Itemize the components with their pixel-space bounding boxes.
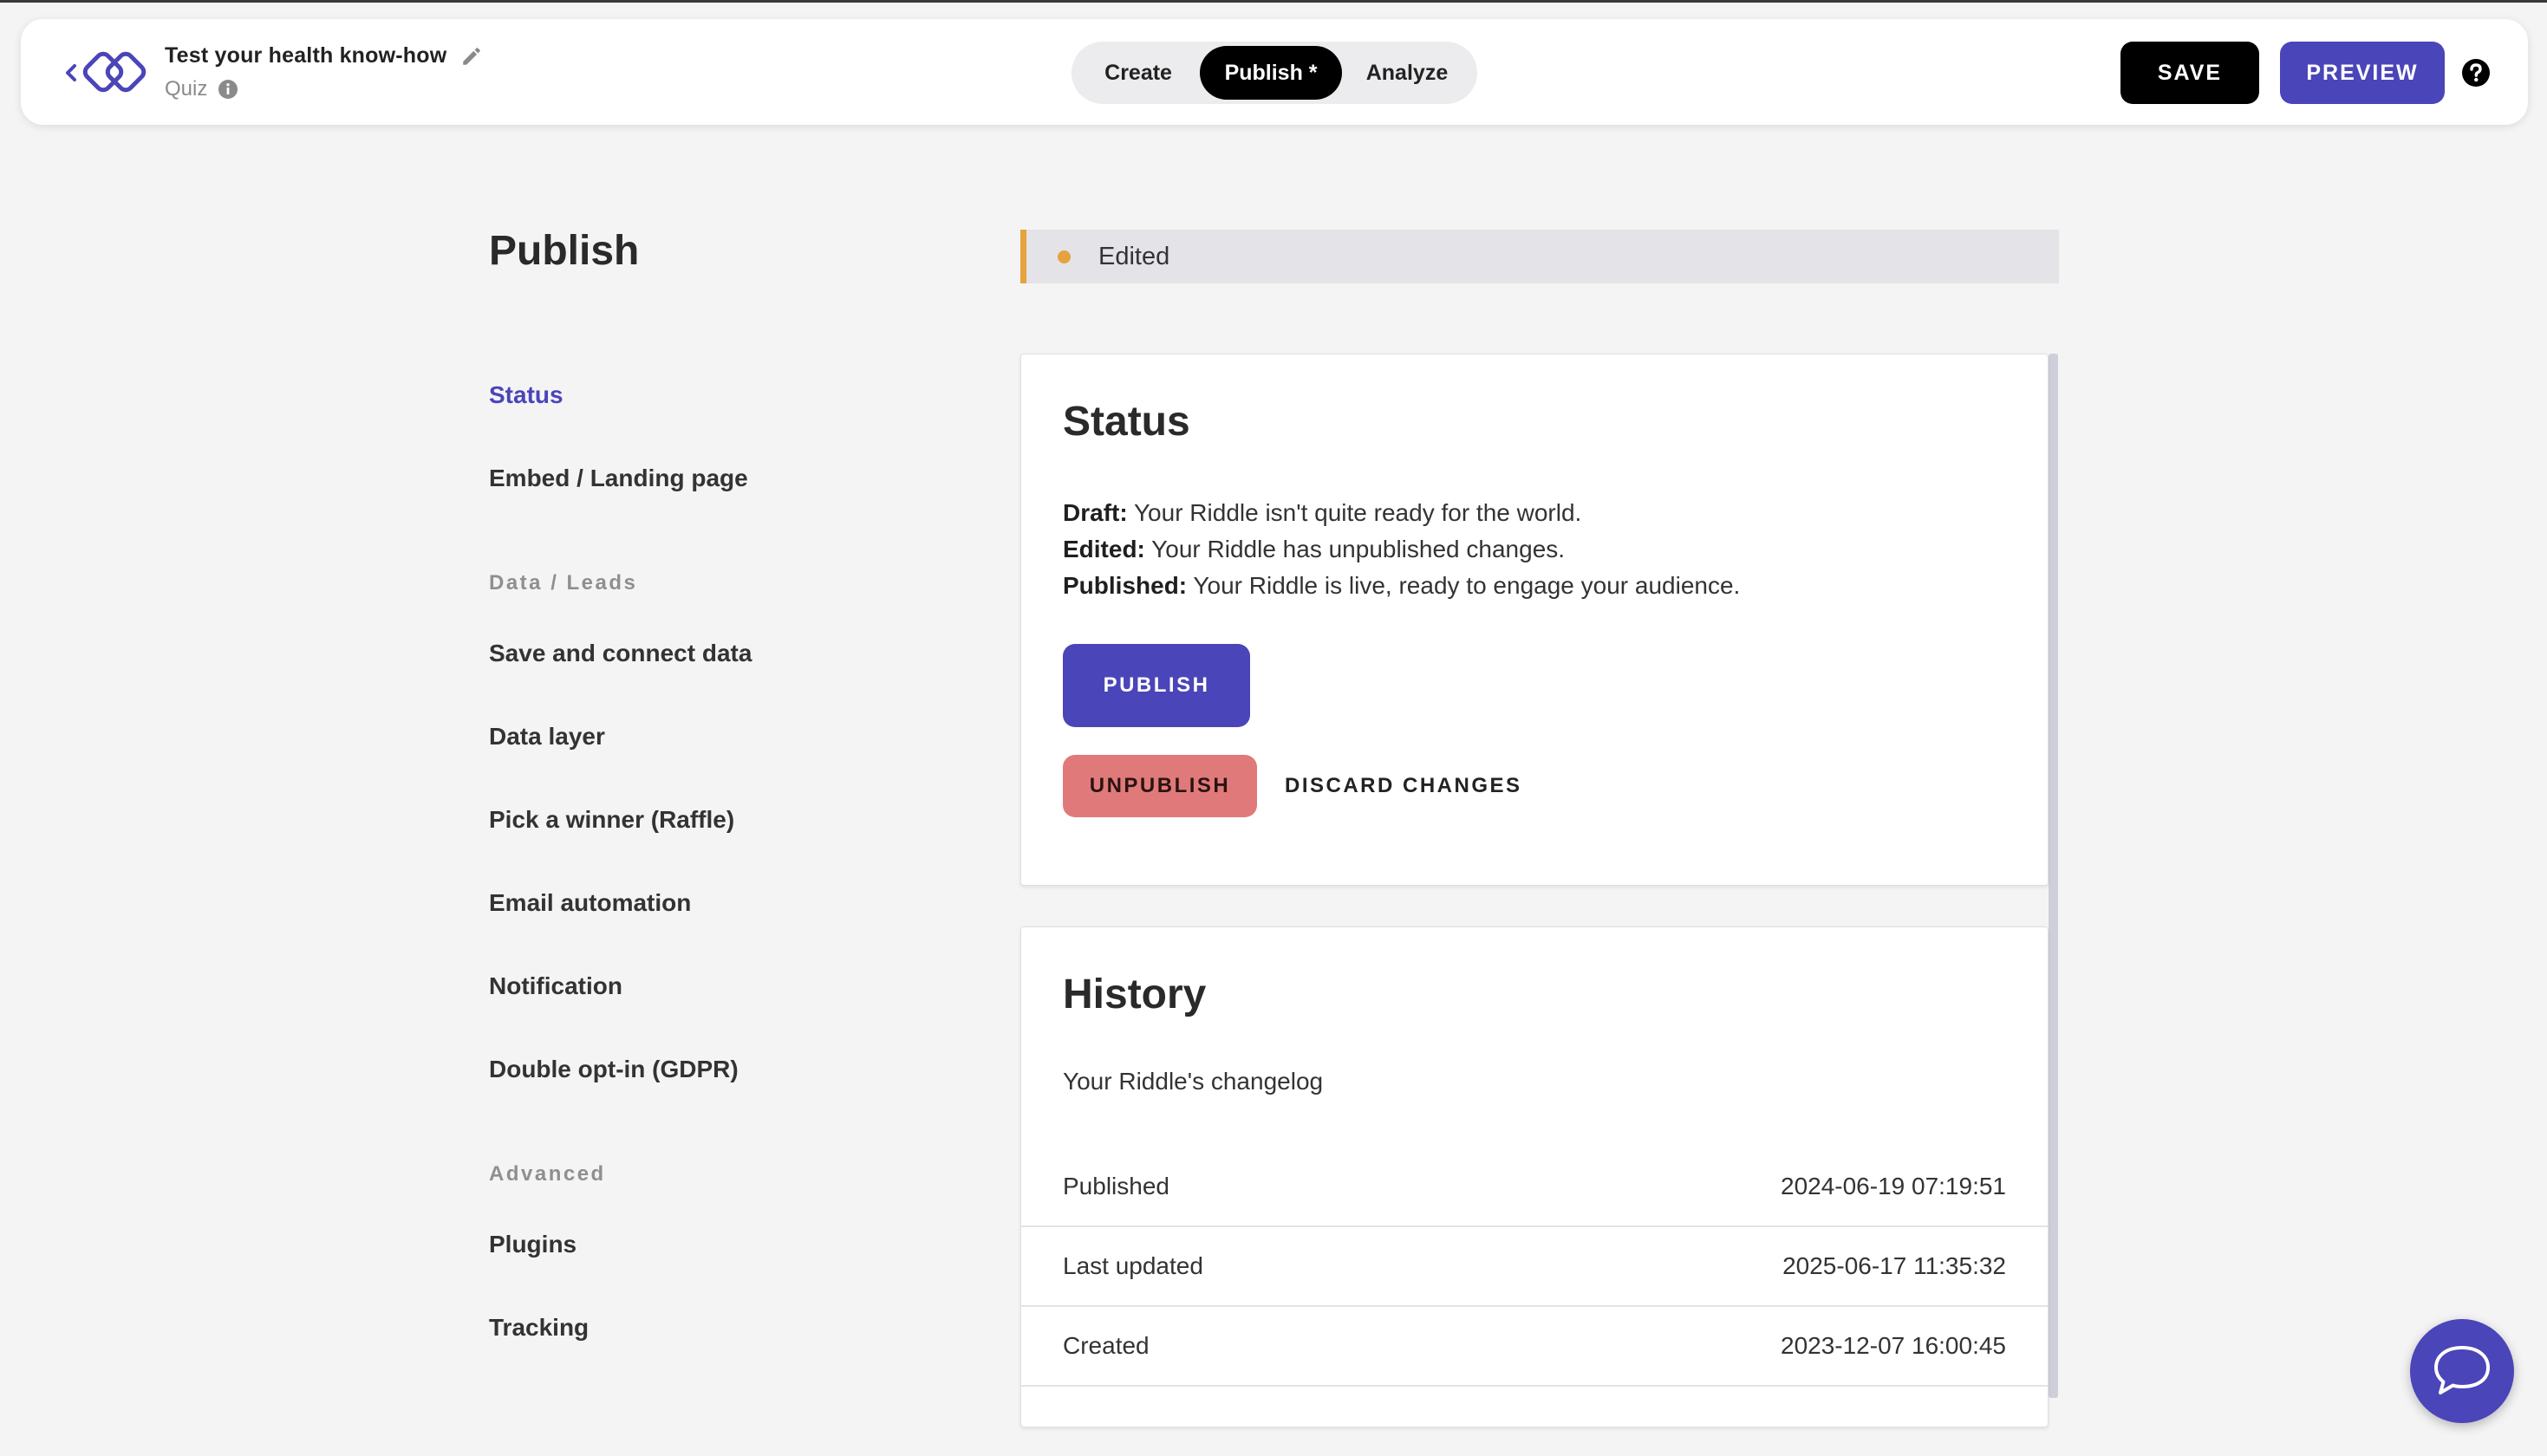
status-desc: Your Riddle has unpublished changes. bbox=[1144, 536, 1566, 562]
status-desc: Your Riddle is live, ready to engage you… bbox=[1187, 572, 1741, 599]
status-term: Draft: bbox=[1063, 499, 1128, 526]
history-timestamp: 2025-06-17 11:35:32 bbox=[1782, 1252, 2006, 1279]
sidebar-item-email-automation[interactable]: Email automation bbox=[489, 889, 691, 917]
discard-changes-button[interactable]: DISCARD CHANGES bbox=[1285, 755, 1522, 817]
edited-status-banner: Edited bbox=[1020, 230, 2059, 283]
tab-analyze[interactable]: Analyze bbox=[1342, 46, 1472, 100]
sidebar-section-data-leads: Data / Leads bbox=[489, 571, 638, 595]
sidebar-item-plugins[interactable]: Plugins bbox=[489, 1231, 576, 1258]
riddle-title-block: Test your health know-how Quiz bbox=[165, 43, 483, 101]
tab-create[interactable]: Create bbox=[1077, 46, 1200, 100]
back-logo-icon[interactable] bbox=[64, 45, 160, 101]
window-top-border bbox=[0, 0, 2547, 3]
unpublish-button[interactable]: UNPUBLISH bbox=[1063, 755, 1257, 817]
riddle-type: Quiz bbox=[165, 77, 208, 101]
history-card: History Your Riddle's changelog Publishe… bbox=[1020, 926, 2049, 1427]
banner-text: Edited bbox=[1098, 242, 1170, 270]
history-timestamp: 2024-06-19 07:19:51 bbox=[1781, 1173, 2006, 1199]
info-icon[interactable] bbox=[218, 79, 238, 100]
table-row: Created 2023-12-07 16:00:45 bbox=[1021, 1307, 2048, 1387]
status-line-published: Published: Your Riddle is live, ready to… bbox=[1063, 568, 1740, 604]
mode-switch: Create Publish * Analyze bbox=[1072, 42, 1477, 104]
status-term: Edited: bbox=[1063, 536, 1145, 562]
table-row: Last updated 2025-06-17 11:35:32 bbox=[1021, 1227, 2048, 1307]
sidebar-item-status[interactable]: Status bbox=[489, 381, 563, 409]
publish-button[interactable]: PUBLISH bbox=[1063, 644, 1250, 727]
sidebar-item-pick-winner[interactable]: Pick a winner (Raffle) bbox=[489, 806, 734, 834]
status-legend: Draft: Your Riddle isn't quite ready for… bbox=[1063, 495, 1740, 604]
history-label: Created bbox=[1063, 1332, 1150, 1359]
save-button[interactable]: SAVE bbox=[2120, 42, 2259, 104]
history-label: Published bbox=[1063, 1173, 1169, 1199]
sidebar-item-save-connect-data[interactable]: Save and connect data bbox=[489, 640, 752, 667]
sidebar-item-notification[interactable]: Notification bbox=[489, 972, 622, 1000]
status-line-edited: Edited: Your Riddle has unpublished chan… bbox=[1063, 531, 1740, 568]
history-card-title: History bbox=[1063, 972, 1207, 1017]
history-label: Last updated bbox=[1063, 1252, 1203, 1279]
sidebar-item-double-opt-in[interactable]: Double opt-in (GDPR) bbox=[489, 1056, 739, 1083]
table-row: Published 2024-06-19 07:19:51 bbox=[1021, 1147, 2048, 1227]
history-table: Published 2024-06-19 07:19:51 Last updat… bbox=[1021, 1147, 2048, 1387]
help-icon[interactable] bbox=[2460, 57, 2492, 88]
riddle-title[interactable]: Test your health know-how bbox=[165, 43, 446, 68]
sidebar-section-advanced: Advanced bbox=[489, 1162, 606, 1186]
tab-publish[interactable]: Publish * bbox=[1200, 46, 1342, 100]
sidebar-item-tracking[interactable]: Tracking bbox=[489, 1314, 589, 1342]
status-term: Published: bbox=[1063, 572, 1188, 599]
top-bar: Test your health know-how Quiz Create Pu… bbox=[21, 19, 2528, 125]
status-desc: Your Riddle isn't quite ready for the wo… bbox=[1127, 499, 1582, 526]
page-title: Publish bbox=[489, 228, 640, 274]
chat-bubble-icon bbox=[2434, 1346, 2490, 1394]
status-card-title: Status bbox=[1063, 399, 1190, 445]
pencil-icon[interactable] bbox=[460, 45, 483, 68]
preview-button[interactable]: PREVIEW bbox=[2280, 42, 2445, 104]
status-card: Status Draft: Your Riddle isn't quite re… bbox=[1020, 354, 2049, 886]
chat-button[interactable] bbox=[2410, 1319, 2514, 1423]
history-subtitle: Your Riddle's changelog bbox=[1063, 1068, 1324, 1095]
sidebar-item-data-layer[interactable]: Data layer bbox=[489, 723, 605, 751]
history-timestamp: 2023-12-07 16:00:45 bbox=[1781, 1332, 2006, 1359]
scrollbar[interactable] bbox=[2049, 354, 2058, 1398]
sidebar-item-embed[interactable]: Embed / Landing page bbox=[489, 465, 748, 492]
status-dot-icon bbox=[1058, 250, 1071, 263]
status-line-draft: Draft: Your Riddle isn't quite ready for… bbox=[1063, 495, 1740, 531]
